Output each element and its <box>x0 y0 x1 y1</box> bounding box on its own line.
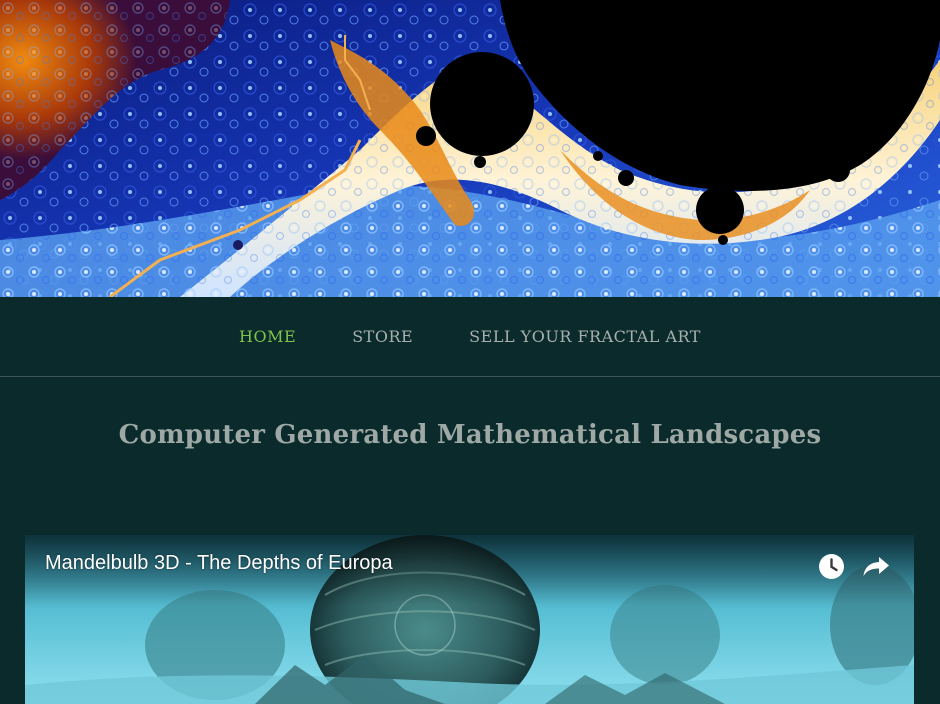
header-fractal-image <box>0 0 940 297</box>
mandelbrot-fractal-art <box>0 0 940 297</box>
nav-item-home[interactable]: HOME <box>239 327 296 346</box>
share-button[interactable] <box>862 552 890 580</box>
share-icon <box>863 557 889 576</box>
watch-later-icon <box>818 553 844 579</box>
page-title: Computer Generated Mathematical Landscap… <box>118 420 822 450</box>
main-navigation: HOME STORE SELL YOUR FRACTAL ART <box>0 297 940 377</box>
nav-item-sell-your-fractal-art[interactable]: SELL YOUR FRACTAL ART <box>469 327 701 346</box>
page: HOME STORE SELL YOUR FRACTAL ART Compute… <box>0 0 940 704</box>
watch-later-button[interactable] <box>817 552 845 580</box>
video-embed[interactable]: Mandelbulb 3D - The Depths of Europa <box>25 535 914 704</box>
video-title[interactable]: Mandelbulb 3D - The Depths of Europa <box>45 552 393 575</box>
nav-item-store[interactable]: STORE <box>352 327 413 346</box>
